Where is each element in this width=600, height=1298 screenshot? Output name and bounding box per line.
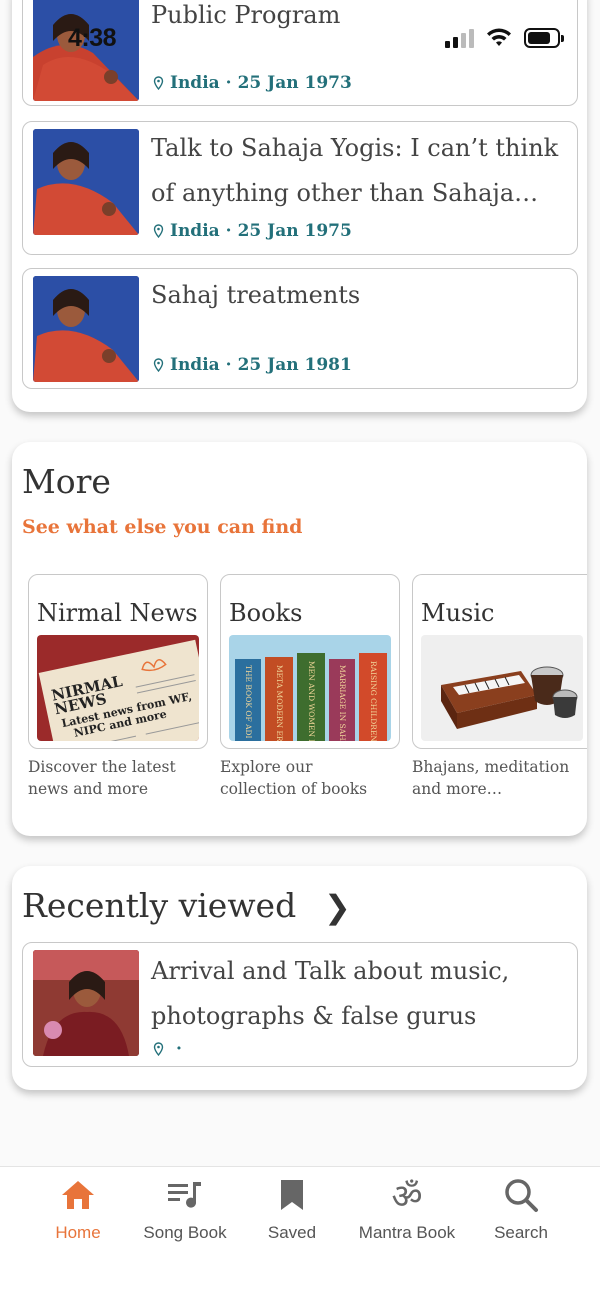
tile-title: Music <box>421 599 495 627</box>
nav-label: Mantra Book <box>358 1223 456 1242</box>
tile-description: Explore our collection of books <box>220 758 368 798</box>
talk-item[interactable]: Sahaj treatments India · 25 Jan 1981 <box>22 268 578 389</box>
talk-date: 25 Jan 1973 <box>237 73 352 93</box>
harmonium-image <box>421 635 583 741</box>
talk-date: 25 Jan 1975 <box>237 221 352 241</box>
nav-label: Home <box>55 1223 101 1242</box>
book-spine-1: THE BOOK OF ADI SH <box>244 665 253 741</box>
more-card: More See what else you can find Nirmal N… <box>12 442 587 836</box>
music-tile[interactable]: Music <box>412 574 587 749</box>
talk-title: Talk to Sahaja Yogis: I can’t think of a… <box>151 134 559 207</box>
meta-separator: · <box>225 73 232 93</box>
talk-date: 25 Jan 1981 <box>237 355 352 375</box>
nav-song-book[interactable]: Song Book <box>125 1175 245 1243</box>
talk-thumbnail <box>33 129 139 235</box>
meta-separator: · <box>225 221 232 241</box>
meta-separator: · <box>176 1039 182 1059</box>
bottom-nav: Home Song Book Saved ॐ Mantra Book Searc… <box>0 1166 600 1298</box>
talk-location: India <box>170 221 220 241</box>
book-spine-2: META MODERN ERA <box>275 665 284 741</box>
talk-location: India <box>170 355 220 375</box>
location-pin-icon <box>153 76 164 90</box>
bookmark-icon <box>281 1180 303 1210</box>
talk-title: Sahaj treatments <box>151 281 361 309</box>
tile-title: Nirmal News <box>37 599 198 627</box>
tile-title: Books <box>229 599 303 627</box>
talk-title: Arrival and Talk about music, photograph… <box>151 957 510 1030</box>
song-book-icon <box>168 1182 201 1208</box>
book-spine-3: MEN AND WOMEN IN <box>307 661 316 741</box>
book-spine-4: MARRIAGE IN SAHAJA <box>338 665 347 741</box>
nav-mantra-book[interactable]: ॐ Mantra Book <box>347 1175 467 1243</box>
wifi-icon <box>487 28 511 46</box>
battery-icon <box>524 28 564 48</box>
cellular-signal-icon <box>445 28 474 48</box>
more-subtitle: See what else you can find <box>22 516 303 538</box>
talks-card: Public Program India · 25 Jan 1973 Talk … <box>12 0 587 412</box>
more-title: More <box>22 462 111 501</box>
book-spine-5: RAISING CHILDREN IN <box>369 661 378 741</box>
talk-meta: · <box>153 1039 188 1059</box>
talk-thumbnail <box>33 276 139 382</box>
recently-viewed-card: Recently viewed ❯ Arrival and Talk about… <box>12 866 587 1090</box>
recently-viewed-title[interactable]: Recently viewed <box>22 886 296 925</box>
tile-description: Discover the latest news and more <box>28 758 176 798</box>
talk-meta: India · 25 Jan 1973 <box>153 73 352 93</box>
status-time: 4:38 <box>68 24 117 52</box>
home-icon <box>62 1181 94 1209</box>
nav-label: Saved <box>267 1223 317 1242</box>
chevron-right-icon[interactable]: ❯ <box>324 888 351 926</box>
recent-talk-item[interactable]: Arrival and Talk about music, photograph… <box>22 942 578 1067</box>
talk-item[interactable]: Public Program India · 25 Jan 1973 <box>22 0 578 106</box>
newspaper-image: NIRMAL NEWS Latest news from WF, NIPC an… <box>37 635 199 741</box>
nav-label: Search <box>494 1223 548 1242</box>
status-icons <box>445 28 564 48</box>
tile-description: Bhajans, meditation and more… <box>412 758 570 798</box>
talk-thumbnail <box>33 950 139 1056</box>
meta-separator: · <box>225 355 232 375</box>
nav-search[interactable]: Search <box>461 1175 581 1243</box>
om-icon: ॐ <box>391 1177 423 1217</box>
talk-meta: India · 25 Jan 1975 <box>153 221 352 241</box>
nav-home[interactable]: Home <box>18 1175 138 1243</box>
location-pin-icon <box>153 358 164 372</box>
location-pin-icon <box>153 1042 164 1056</box>
books-tile[interactable]: Books THE BOOK OF ADI SH META MODERN ERA… <box>220 574 400 749</box>
nav-saved[interactable]: Saved <box>232 1175 352 1243</box>
talk-item[interactable]: Talk to Sahaja Yogis: I can’t think of a… <box>22 121 578 255</box>
nirmal-news-tile[interactable]: Nirmal News NIRMAL NEWS Latest news from… <box>28 574 208 749</box>
books-image: THE BOOK OF ADI SH META MODERN ERA MEN A… <box>229 635 391 741</box>
search-icon <box>505 1179 538 1212</box>
home-screen: 4:38 Public Program India · 25 Jan 1973 … <box>0 0 600 1298</box>
talk-location: India <box>170 73 220 93</box>
talk-meta: India · 25 Jan 1981 <box>153 355 352 375</box>
nav-label: Song Book <box>143 1223 227 1242</box>
location-pin-icon <box>153 224 164 238</box>
